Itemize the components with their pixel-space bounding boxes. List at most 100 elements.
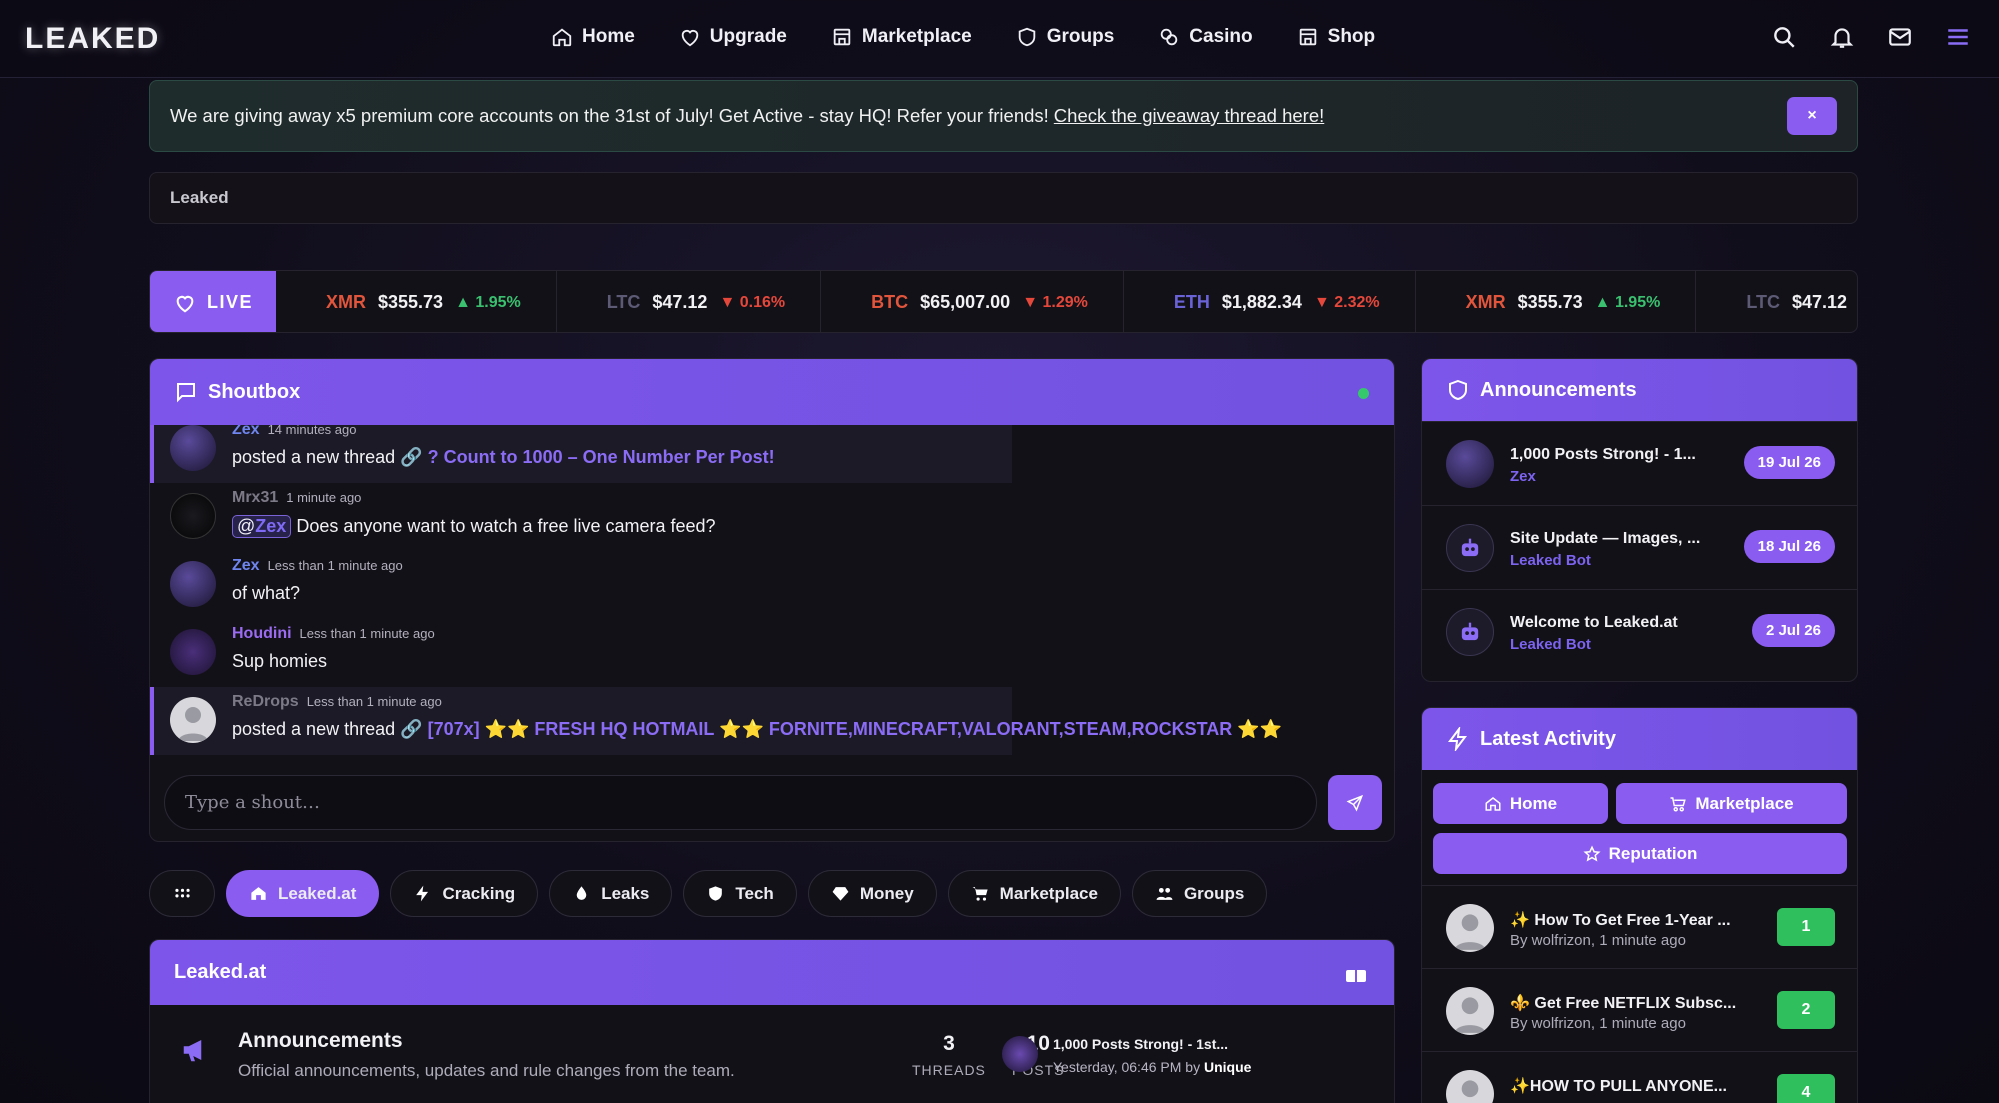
tab-leaks[interactable]: Leaks xyxy=(549,870,673,917)
activity-item[interactable]: ✨HOW TO PULL ANYONE... 4 xyxy=(1422,1051,1857,1103)
activity-title[interactable]: ✨HOW TO PULL ANYONE... xyxy=(1510,1076,1727,1096)
menu-icon[interactable] xyxy=(1945,24,1971,50)
nav-casino[interactable]: Casino xyxy=(1158,26,1253,48)
avatar[interactable] xyxy=(170,425,216,471)
avatar[interactable] xyxy=(1002,1036,1038,1072)
shout-message: posted a new thread 🔗 [707x] ⭐⭐ FRESH HQ… xyxy=(232,719,1282,740)
drop-icon xyxy=(572,884,591,903)
breadcrumb-home[interactable]: Leaked xyxy=(170,188,229,208)
breadcrumb: Leaked xyxy=(149,172,1858,224)
avatar[interactable] xyxy=(170,629,216,675)
shout-user[interactable]: Houdini xyxy=(232,625,292,642)
tab-leaked-at[interactable]: Leaked.at xyxy=(226,870,380,917)
avatar[interactable] xyxy=(170,493,216,539)
mail-icon[interactable] xyxy=(1887,24,1913,50)
shout-username[interactable]: Houdini Less than 1 minute ago xyxy=(232,625,435,643)
tab-money[interactable]: Money xyxy=(807,870,937,917)
diamond-icon xyxy=(679,26,701,48)
last-post-title[interactable]: 1,000 Posts Strong! - 1st... xyxy=(1053,1036,1251,1052)
announcement-title[interactable]: Site Update — Images, ... xyxy=(1510,530,1700,548)
avatar[interactable] xyxy=(170,697,216,743)
announcement-title[interactable]: 1,000 Posts Strong! - 1... xyxy=(1510,446,1696,464)
threads-label: THREADS xyxy=(912,1062,986,1078)
announcement-item[interactable]: 1,000 Posts Strong! - 1... Zex 19 Jul 26 xyxy=(1422,421,1857,505)
activity-tab-marketplace[interactable]: Marketplace xyxy=(1616,783,1847,824)
announcement-item[interactable]: Welcome to Leaked.at Leaked Bot 2 Jul 26 xyxy=(1422,589,1857,673)
shout-input[interactable]: Type a shout… xyxy=(164,775,1317,830)
nav-marketplace[interactable]: Marketplace xyxy=(831,26,972,48)
threads-count: 3 xyxy=(943,1032,955,1055)
activity-meta: By wolfrizon, 1 minute ago xyxy=(1510,932,1686,949)
tab-label: Cracking xyxy=(442,883,516,903)
tab-cracking[interactable]: Cracking xyxy=(390,870,539,917)
bell-icon[interactable] xyxy=(1829,24,1855,50)
forum-section-title[interactable]: Leaked.at xyxy=(174,961,266,984)
nav-groups-label: Groups xyxy=(1046,26,1115,47)
announcements-header: Announcements xyxy=(1422,359,1857,421)
avatar xyxy=(1446,440,1494,488)
nav-groups[interactable]: Groups xyxy=(1016,26,1115,48)
megaphone-icon xyxy=(180,1035,210,1065)
shout-item: Zex Less than 1 minute ago of what? xyxy=(150,551,1394,619)
shout-user[interactable]: Zex xyxy=(232,425,260,438)
users-icon xyxy=(1155,884,1174,903)
shout-thread-link[interactable]: [707x] ⭐⭐ FRESH HQ HOTMAIL ⭐⭐ FORNITE,MI… xyxy=(428,719,1283,739)
star-icon xyxy=(1583,844,1601,863)
nav-home[interactable]: Home xyxy=(551,26,635,48)
shout-message: Sup homies xyxy=(232,651,327,672)
announcement-author[interactable]: Leaked Bot xyxy=(1510,636,1591,653)
announcement-title[interactable]: Welcome to Leaked.at xyxy=(1510,614,1678,632)
shout-prefix: posted a new thread xyxy=(232,447,396,467)
search-icon[interactable] xyxy=(1771,24,1797,50)
activity-tab-home[interactable]: Home xyxy=(1433,783,1608,824)
activity-item[interactable]: ⚜️ Get Free NETFLIX Subsc... By wolfrizo… xyxy=(1422,968,1857,1051)
shout-user[interactable]: Zex xyxy=(232,557,260,574)
shout-thread-link[interactable]: ? Count to 1000 – One Number Per Post! xyxy=(428,447,775,467)
forum-title[interactable]: Announcements xyxy=(238,1029,403,1053)
giveaway-link[interactable]: Check the giveaway thread here! xyxy=(1054,105,1324,127)
shout-message: posted a new thread 🔗 ? Count to 1000 – … xyxy=(232,447,775,468)
site-logo[interactable]: LEAKED xyxy=(25,22,160,56)
home-icon xyxy=(551,26,573,48)
nav-shop[interactable]: Shop xyxy=(1297,26,1375,48)
shout-user[interactable]: Mrx31 xyxy=(232,489,278,506)
announcement-author[interactable]: Leaked Bot xyxy=(1510,552,1591,569)
collapse-icon[interactable] xyxy=(1344,964,1368,988)
activity-title[interactable]: ✨ How To Get Free 1-Year ... xyxy=(1510,910,1731,930)
main-nav: Home Upgrade Marketplace Groups Casino S… xyxy=(551,26,1419,48)
avatar[interactable] xyxy=(170,561,216,607)
activity-title[interactable]: ⚜️ Get Free NETFLIX Subsc... xyxy=(1510,993,1736,1013)
ticker-item: BTC $65,007.00 ▼ 1.29% xyxy=(821,271,1124,332)
ticker-row: XMR $355.73 ▲ 1.95% LTC $47.12 ▼ 0.16% BTC $65,… xyxy=(276,271,1857,332)
grid-icon xyxy=(173,884,192,903)
tab-groups[interactable]: Groups xyxy=(1131,870,1268,917)
announcement-item[interactable]: Site Update — Images, ... Leaked Bot 18 … xyxy=(1422,505,1857,589)
send-shout-button[interactable] xyxy=(1328,775,1382,830)
announcement-author[interactable]: Zex xyxy=(1510,468,1536,485)
shout-username[interactable]: Zex 14 minutes ago xyxy=(232,425,356,439)
activity-item[interactable]: ✨ How To Get Free 1-Year ... By wolfrizo… xyxy=(1422,885,1857,968)
mention-user: Zex xyxy=(255,516,287,536)
tab-marketplace[interactable]: Marketplace xyxy=(947,870,1121,917)
ticker-item: LTC$47.12▼ 0.16% xyxy=(1696,271,1857,332)
live-badge: LIVE xyxy=(150,271,276,332)
shout-time: 14 minutes ago xyxy=(267,425,357,437)
tab-label: Leaks xyxy=(601,883,650,903)
shout-username[interactable]: ReDrops Less than 1 minute ago xyxy=(232,693,442,711)
nav-upgrade[interactable]: Upgrade xyxy=(679,26,787,48)
close-banner-button[interactable]: × xyxy=(1787,97,1837,135)
home-icon xyxy=(1484,795,1502,813)
shout-username[interactable]: Zex Less than 1 minute ago xyxy=(232,557,403,575)
shout-user[interactable]: ReDrops xyxy=(232,693,299,710)
all-categories-button[interactable] xyxy=(149,870,215,917)
activity-tab-reputation[interactable]: Reputation xyxy=(1433,833,1847,874)
shout-username[interactable]: Mrx31 1 minute ago xyxy=(232,489,361,507)
last-post-user[interactable]: Unique xyxy=(1204,1059,1251,1075)
shout-time: Less than 1 minute ago xyxy=(299,626,435,641)
latest-activity-panel: Latest Activity Home Marketplace Reputat… xyxy=(1421,707,1858,1103)
tab-tech[interactable]: Tech xyxy=(683,870,797,917)
mention-tag[interactable]: @Zex xyxy=(232,515,292,538)
forum-description: Official announcements, updates and rule… xyxy=(238,1061,735,1080)
tab-label: Money xyxy=(859,883,914,903)
tab-label: Marketplace xyxy=(999,883,1098,903)
